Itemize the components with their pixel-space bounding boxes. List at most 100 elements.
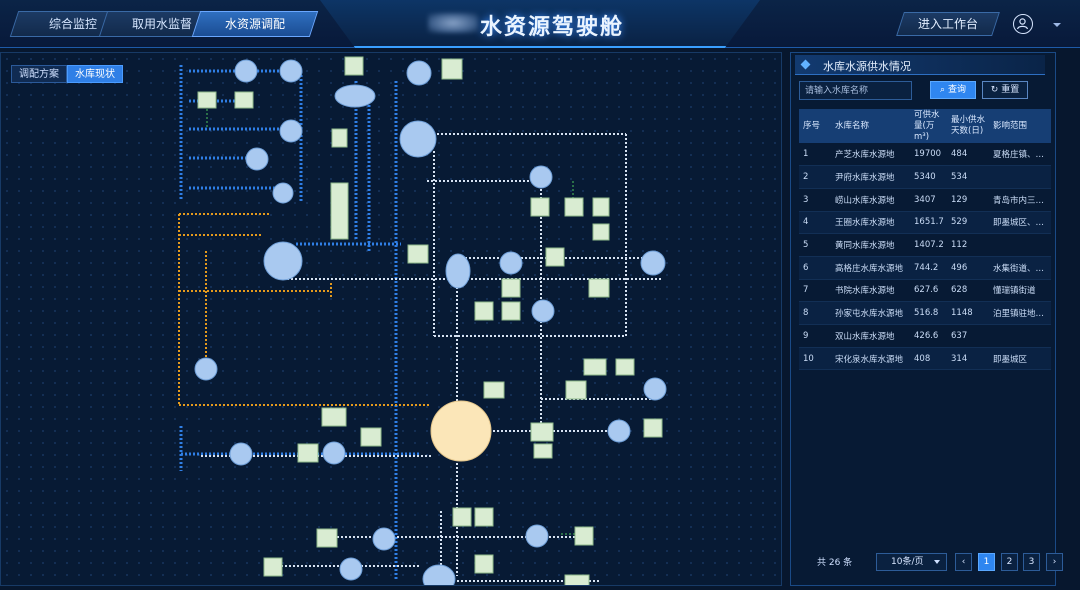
- top-bar: 综合监控 取用水监督 水资源调配 水资源驾驶舱 进入工作台: [0, 0, 1080, 48]
- water-plant-node[interactable]: [197, 91, 217, 109]
- prev-page-button[interactable]: ‹: [955, 553, 972, 571]
- water-plant-node[interactable]: [297, 443, 319, 463]
- pagination: 共 26 条 10条/页 ‹ 1 2 3 ›: [811, 552, 1063, 572]
- reset-button[interactable]: ↻ 重置: [982, 81, 1028, 99]
- water-plant-node[interactable]: [545, 247, 565, 267]
- water-plant-node[interactable]: [316, 528, 338, 548]
- chevron-down-icon: [934, 560, 940, 564]
- enter-workbench-button[interactable]: 进入工作台: [896, 12, 1000, 36]
- user-menu-chevron-down-icon[interactable]: [1053, 23, 1061, 27]
- reservoir-node[interactable]: [531, 299, 555, 323]
- table-row[interactable]: 4 王圈水库水源地 1651.7 529 即墨城区、…: [799, 211, 1051, 235]
- water-plant-node[interactable]: [330, 182, 349, 240]
- water-plant-node[interactable]: [263, 557, 283, 577]
- green-links: [206, 105, 581, 535]
- table-row[interactable]: 3 崂山水库水源地 3407 129 青岛市内三…: [799, 188, 1051, 212]
- reservoir-node[interactable]: [372, 527, 396, 551]
- reservoir-node[interactable]: [194, 357, 218, 381]
- reservoir-node[interactable]: [229, 442, 253, 466]
- water-plant-node[interactable]: [452, 507, 472, 527]
- reservoir-search-input[interactable]: [799, 81, 912, 100]
- water-plant-node[interactable]: [360, 427, 382, 447]
- reservoir-node[interactable]: [399, 120, 437, 158]
- next-page-button[interactable]: ›: [1046, 553, 1063, 571]
- table-row[interactable]: 10 宋化泉水库水源地 408 314 即墨城区: [799, 347, 1051, 371]
- reservoir-node[interactable]: [272, 182, 294, 204]
- main-reservoir-node[interactable]: [430, 400, 492, 462]
- user-avatar-icon[interactable]: [1013, 14, 1033, 34]
- reservoir-table-container[interactable]: 序号 水库名称 可供水量(万m³) 最小供水天数(日) 影响范围 1 产芝水库水源…: [799, 109, 1051, 539]
- reservoir-nodes: [194, 59, 667, 586]
- water-plant-node[interactable]: [643, 418, 663, 438]
- query-button[interactable]: ⌕ 查询: [930, 81, 976, 99]
- water-plant-node[interactable]: [564, 574, 590, 586]
- water-plant-node[interactable]: [533, 443, 553, 459]
- reservoir-supply-panel: 水库水源供水情况 ⌕查询 ↻重置 序号 水库名称 可供水量(万m³) 最小供水天…: [790, 52, 1063, 586]
- water-plant-node[interactable]: [331, 128, 348, 148]
- reservoir-node[interactable]: [334, 84, 376, 108]
- table-row[interactable]: 5 黄同水库水源地 1407.2 112: [799, 233, 1051, 257]
- reservoir-node[interactable]: [643, 377, 667, 401]
- water-plant-node[interactable]: [501, 301, 521, 321]
- reservoir-node[interactable]: [339, 557, 363, 581]
- water-plant-node[interactable]: [441, 58, 463, 80]
- refresh-icon: ↻: [990, 85, 999, 95]
- water-plant-node[interactable]: [483, 381, 505, 399]
- reservoir-node[interactable]: [279, 59, 303, 83]
- water-plant-node[interactable]: [321, 407, 347, 427]
- column-header: 序号: [803, 120, 821, 131]
- tab-water-resource-allocation[interactable]: 水资源调配: [191, 11, 319, 37]
- water-plant-node[interactable]: [530, 197, 550, 217]
- page-button-3[interactable]: 3: [1023, 553, 1040, 571]
- column-header: 可供水量(万m³): [914, 109, 940, 142]
- water-network-diagram: [178, 56, 667, 586]
- reservoir-node[interactable]: [322, 441, 346, 465]
- page-button-2[interactable]: 2: [1001, 553, 1018, 571]
- reservoir-node[interactable]: [234, 59, 258, 83]
- reservoir-node[interactable]: [607, 419, 631, 443]
- reservoir-table: 序号 水库名称 可供水量(万m³) 最小供水天数(日) 影响范围 1 产芝水库水源…: [799, 109, 1051, 371]
- water-plant-node[interactable]: [565, 380, 587, 400]
- panel-title: 水库水源供水情况: [823, 60, 911, 73]
- table-row[interactable]: 7 书院水库水源地 627.6 628 懂瑞镇街道: [799, 279, 1051, 303]
- table-row[interactable]: 6 高格庄水库水源地 744.2 496 水集街道、…: [799, 256, 1051, 280]
- water-plant-node[interactable]: [615, 358, 635, 376]
- reservoir-node[interactable]: [499, 251, 523, 275]
- water-plant-node[interactable]: [501, 278, 521, 298]
- reservoir-node[interactable]: [422, 564, 456, 586]
- table-row[interactable]: 2 尹府水库水源地 5340 534: [799, 165, 1051, 189]
- table-header-row: 序号 水库名称 可供水量(万m³) 最小供水天数(日) 影响范围: [799, 109, 1051, 143]
- table-row[interactable]: 8 孙家屯水库水源地 516.8 1148 泊里镇驻地…: [799, 301, 1051, 325]
- blue-pipelines: [179, 65, 421, 581]
- water-plant-node[interactable]: [234, 91, 254, 109]
- water-plant-node[interactable]: [344, 56, 364, 76]
- reservoir-node[interactable]: [263, 241, 303, 281]
- reservoir-node[interactable]: [406, 60, 432, 86]
- water-plant-node[interactable]: [530, 422, 554, 442]
- water-plant-node[interactable]: [474, 507, 494, 527]
- diamond-icon: [800, 59, 811, 70]
- reservoir-node[interactable]: [525, 524, 549, 548]
- water-plant-node[interactable]: [592, 197, 610, 217]
- app-title: 水资源驾驶舱: [480, 15, 625, 40]
- reservoir-node[interactable]: [279, 119, 303, 143]
- water-plant-node[interactable]: [474, 301, 494, 321]
- water-plant-node[interactable]: [574, 526, 594, 546]
- reservoir-node[interactable]: [445, 253, 471, 289]
- table-row[interactable]: 9 双山水库水源地 426.6 637: [799, 324, 1051, 348]
- water-plant-node[interactable]: [588, 278, 610, 298]
- water-plant-node[interactable]: [474, 554, 494, 574]
- reservoir-node[interactable]: [529, 165, 553, 189]
- page-size-select[interactable]: 10条/页: [876, 553, 947, 571]
- water-plant-node[interactable]: [564, 197, 584, 217]
- water-plant-node[interactable]: [592, 223, 610, 241]
- blurred-logo-text: [428, 13, 478, 33]
- water-plant-node[interactable]: [583, 358, 607, 376]
- table-row[interactable]: 1 产芝水库水源地 19700 484 夏格庄镇、…: [799, 143, 1051, 167]
- reservoir-node[interactable]: [245, 147, 269, 171]
- water-plant-node[interactable]: [407, 244, 429, 264]
- page-button-1[interactable]: 1: [978, 553, 995, 571]
- panel-header: 水库水源供水情况: [795, 55, 1045, 75]
- search-icon: ⌕: [939, 85, 946, 95]
- reservoir-node[interactable]: [640, 250, 666, 276]
